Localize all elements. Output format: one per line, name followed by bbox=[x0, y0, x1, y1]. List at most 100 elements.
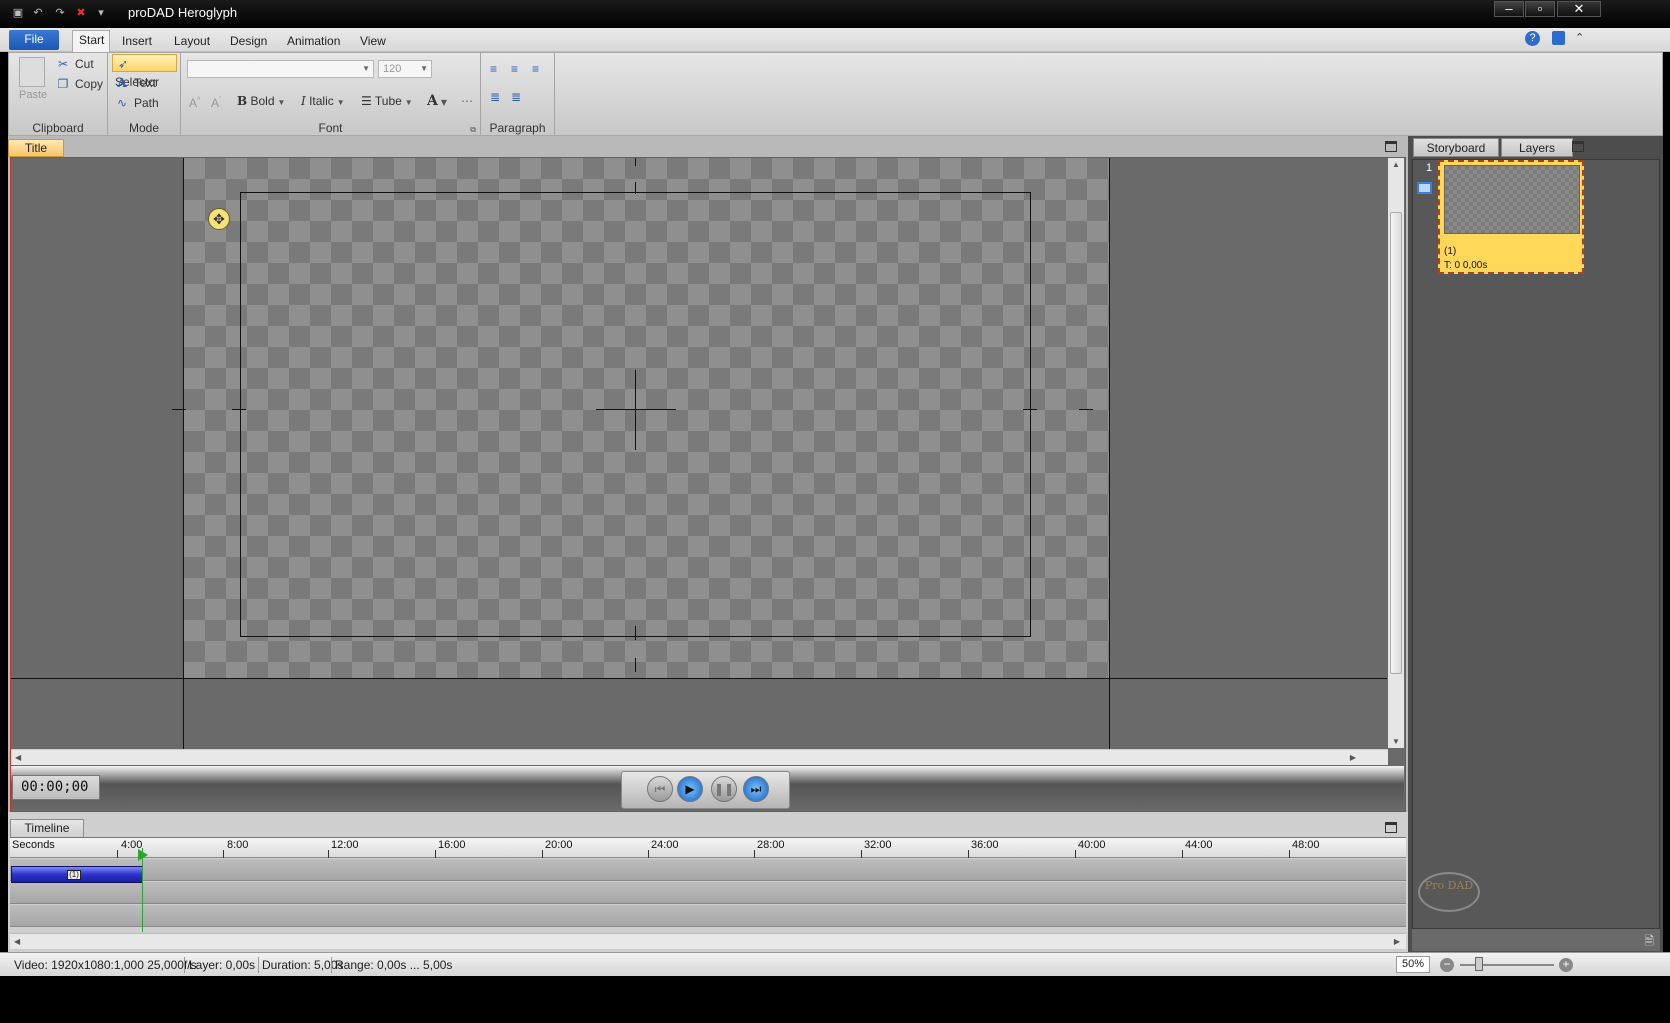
align-center-icon[interactable]: ≡ bbox=[511, 63, 525, 75]
maximize-panel-icon[interactable] bbox=[1385, 141, 1397, 152]
collapse-ribbon-icon[interactable]: ⌃ bbox=[1575, 31, 1584, 44]
grow-font-icon[interactable]: A^ bbox=[189, 92, 200, 110]
outline-label: Tube bbox=[374, 94, 402, 108]
tab-start[interactable]: Start bbox=[72, 30, 110, 52]
ruler-tick bbox=[861, 850, 862, 858]
timeline-track[interactable] bbox=[10, 882, 1406, 904]
quick-access-dropdown-icon[interactable]: ▾ bbox=[94, 6, 108, 20]
bold-button[interactable]: B Bold ▼ bbox=[237, 92, 285, 110]
ruler-tick-label: 48:00 bbox=[1292, 839, 1320, 851]
delete-icon[interactable]: ✖ bbox=[74, 6, 88, 20]
redo-icon[interactable]: ↷ bbox=[53, 6, 67, 20]
prodad-logo: Pro DAD bbox=[1418, 872, 1480, 912]
go-to-start-button[interactable]: ⏮ bbox=[647, 776, 673, 802]
canvas-stage[interactable]: ✥ bbox=[11, 158, 1387, 749]
justify-icon[interactable]: ≣ bbox=[490, 91, 504, 103]
paste-icon[interactable] bbox=[19, 57, 45, 87]
font-size-combo[interactable]: 120 ▼ bbox=[378, 60, 432, 78]
info-icon[interactable] bbox=[1552, 31, 1565, 45]
font-name-combo[interactable]: ▼ bbox=[187, 60, 374, 78]
tab-layers[interactable]: Layers bbox=[1501, 138, 1573, 157]
text-mode-button[interactable]: A Text bbox=[114, 74, 156, 92]
bold-label: Bold bbox=[250, 94, 275, 108]
paste-button[interactable]: Paste bbox=[19, 89, 47, 101]
timeline-ruler[interactable]: Seconds 4:00 8:00 12:00 16:00 20:00 24:0… bbox=[10, 837, 1406, 858]
canvas-vertical-scroll-thumb[interactable] bbox=[1390, 212, 1402, 674]
tab-title-document[interactable]: Title bbox=[8, 139, 64, 157]
undo-icon[interactable]: ↶ bbox=[31, 6, 45, 20]
move-handle-icon[interactable]: ✥ bbox=[208, 208, 230, 230]
top-safe-tick bbox=[635, 182, 636, 194]
tab-view[interactable]: View bbox=[354, 32, 392, 52]
playhead-marker-icon[interactable] bbox=[138, 849, 148, 861]
ruler-tick-label: 40:00 bbox=[1078, 839, 1106, 851]
clipboard-group: Paste ✂ Cut ❐ Copy Clipboard bbox=[9, 53, 108, 137]
outline-button[interactable]: ☰ Tube ▼ bbox=[361, 92, 413, 110]
align-left-icon[interactable]: ≡ bbox=[490, 63, 504, 75]
tab-layout[interactable]: Layout bbox=[168, 32, 216, 52]
right-safe-tick bbox=[1023, 409, 1037, 410]
canvas-right-line bbox=[1109, 158, 1110, 749]
timeline-horizontal-scrollbar[interactable]: ◀ ▶ bbox=[10, 933, 1406, 949]
font-group: ▼ 120 ▼ A^ Aˇ B Bold ▼ I Italic ▼ ☰ Tube ▼ A… bbox=[181, 53, 481, 137]
ruler-tick bbox=[223, 850, 224, 858]
new-scene-icon[interactable]: 🗎 bbox=[1644, 932, 1654, 953]
help-icon[interactable]: ? bbox=[1525, 31, 1540, 46]
tab-timeline[interactable]: Timeline bbox=[10, 819, 84, 837]
selector-button[interactable]: ➶Selector bbox=[112, 54, 177, 89]
tab-design[interactable]: Design bbox=[224, 32, 273, 52]
timeline-track[interactable] bbox=[10, 905, 1406, 927]
timeline-clip-label: (1) bbox=[67, 870, 81, 880]
copy-button[interactable]: ❐ Copy bbox=[55, 75, 103, 93]
ruler-tick bbox=[648, 850, 649, 858]
go-to-end-button[interactable]: ⏭ bbox=[743, 776, 769, 802]
italic-label: Italic bbox=[309, 94, 334, 108]
window-title: proDAD Heroglyph bbox=[128, 5, 238, 20]
tab-animation[interactable]: Animation bbox=[281, 32, 346, 52]
monitor-icon[interactable] bbox=[1417, 182, 1432, 194]
save-icon[interactable]: ▣ bbox=[11, 6, 25, 20]
ruler-tick-label: 16:00 bbox=[438, 839, 466, 851]
zoom-level[interactable]: 50% bbox=[1396, 956, 1430, 973]
tab-storyboard[interactable]: Storyboard bbox=[1413, 138, 1499, 157]
minimize-button[interactable]: – bbox=[1494, 1, 1524, 17]
font-size-value: 120 bbox=[383, 63, 402, 75]
scroll-left-icon[interactable]: ◀ bbox=[15, 753, 21, 762]
zoom-out-icon[interactable]: − bbox=[1440, 958, 1454, 972]
maximize-timeline-icon[interactable] bbox=[1385, 822, 1397, 833]
justify-all-icon[interactable]: ≣ bbox=[511, 91, 525, 103]
scroll-down-icon[interactable]: ▼ bbox=[1392, 737, 1400, 746]
ruler-tick-label: 32:00 bbox=[864, 839, 892, 851]
right-edge-tick bbox=[1079, 409, 1093, 410]
tab-file[interactable]: File bbox=[9, 30, 59, 50]
ruler-tick bbox=[435, 850, 436, 858]
pause-button[interactable]: ❚❚ bbox=[711, 776, 737, 802]
chevron-down-icon: ▼ bbox=[362, 64, 370, 73]
status-separator bbox=[331, 957, 332, 973]
strikeout-icon[interactable]: ⋯ bbox=[461, 92, 473, 110]
zoom-slider-thumb[interactable] bbox=[1475, 957, 1483, 971]
align-right-icon[interactable]: ≡ bbox=[532, 63, 546, 75]
timeline-track[interactable] bbox=[10, 859, 1406, 881]
close-button[interactable]: ✕ bbox=[1557, 1, 1601, 17]
canvas-horizontal-scrollbar[interactable]: ◀ ▶ bbox=[11, 749, 1388, 765]
cut-label: Cut bbox=[75, 57, 94, 71]
shrink-font-icon[interactable]: Aˇ bbox=[211, 92, 221, 110]
bold-icon: B bbox=[237, 94, 248, 108]
play-button[interactable]: ▶ bbox=[677, 776, 703, 802]
tab-insert[interactable]: Insert bbox=[116, 32, 158, 52]
bottom-edge-tick bbox=[635, 658, 636, 672]
maximize-button[interactable]: ▫ bbox=[1525, 1, 1555, 17]
scroll-right-icon[interactable]: ▶ bbox=[1350, 753, 1356, 762]
italic-button[interactable]: I Italic ▼ bbox=[301, 92, 345, 110]
scroll-up-icon[interactable]: ▲ bbox=[1392, 160, 1400, 169]
scroll-left-icon[interactable]: ◀ bbox=[14, 937, 20, 946]
maximize-side-panel-icon[interactable] bbox=[1572, 141, 1584, 152]
cut-button[interactable]: ✂ Cut bbox=[55, 55, 94, 73]
font-group-label: Font bbox=[318, 121, 343, 135]
zoom-in-icon[interactable]: + bbox=[1559, 958, 1573, 972]
scroll-right-icon[interactable]: ▶ bbox=[1394, 937, 1400, 946]
font-color-button[interactable]: A ▼ bbox=[427, 92, 447, 110]
side-panel-footer: 🗎 bbox=[1412, 929, 1660, 951]
path-mode-button[interactable]: ∿ Path bbox=[114, 94, 159, 112]
